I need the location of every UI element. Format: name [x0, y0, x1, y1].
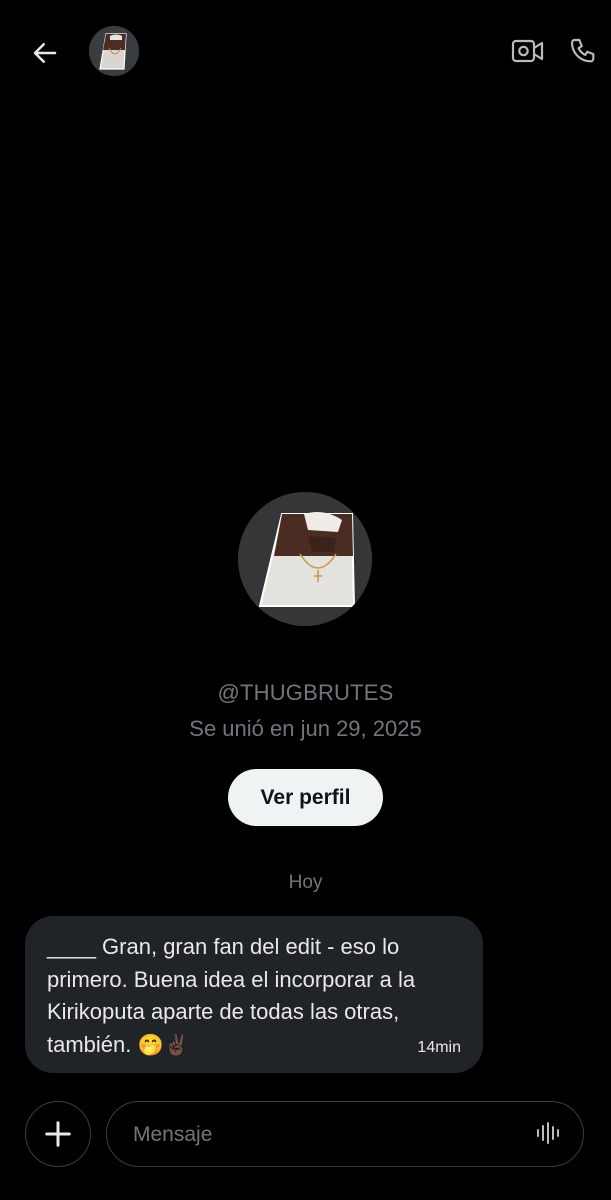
message-body: ____ Gran, gran fan del edit - eso lo pr… — [47, 934, 416, 1057]
message-input[interactable] — [131, 1102, 515, 1167]
message-timestamp: 14min — [417, 1039, 461, 1056]
video-camera-icon — [511, 39, 544, 63]
view-profile-button[interactable]: Ver perfil — [228, 769, 383, 826]
add-attachment-button[interactable] — [25, 1101, 91, 1167]
voice-call-button[interactable] — [562, 30, 606, 74]
arrow-left-icon — [33, 43, 57, 63]
message-bubble[interactable]: ____ Gran, gran fan del edit - eso lo pr… — [25, 916, 483, 1073]
message-composer[interactable] — [106, 1101, 584, 1167]
profile-handle: @THUGBRUTES — [217, 680, 394, 705]
profile-avatar — [238, 492, 372, 626]
voice-message-button[interactable] — [533, 1118, 563, 1148]
avatar-image — [89, 26, 139, 76]
header-avatar[interactable] — [89, 26, 139, 76]
message-emojis: 🤭✌🏿 — [137, 1032, 190, 1057]
phone-icon — [570, 38, 595, 63]
date-separator: Hoy — [288, 872, 323, 893]
voice-waveform-icon — [537, 1122, 559, 1144]
message-text: ____ Gran, gran fan del edit - eso lo pr… — [47, 931, 467, 1061]
plus-icon — [45, 1121, 71, 1147]
video-call-button[interactable] — [506, 31, 550, 71]
joined-date: Se unió en jun 29, 2025 — [189, 716, 422, 741]
avatar-image — [238, 492, 372, 626]
back-button[interactable] — [22, 30, 68, 76]
